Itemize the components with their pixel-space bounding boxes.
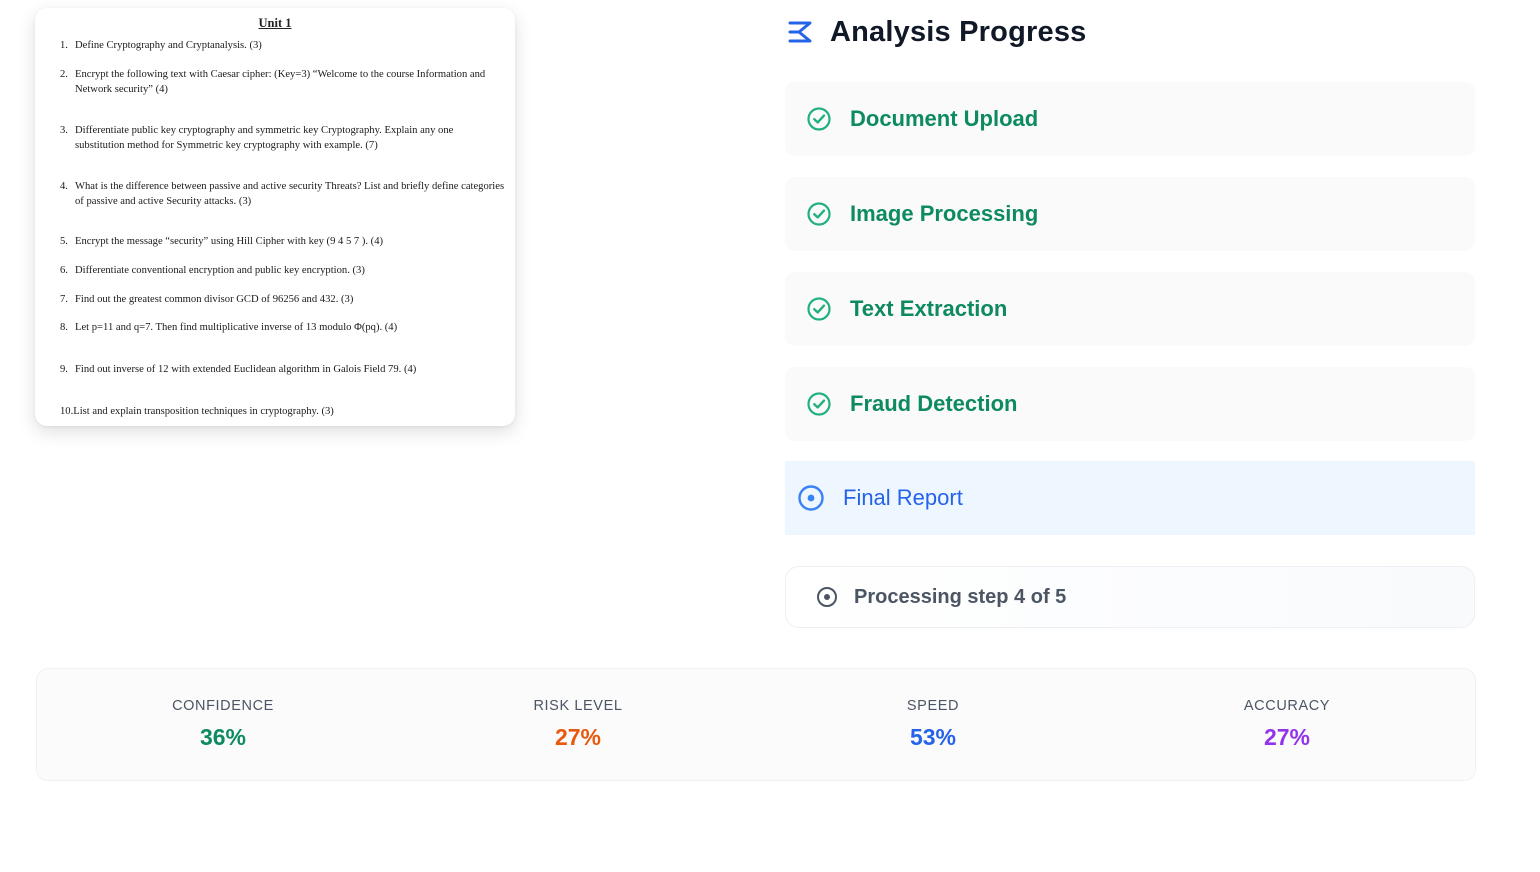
question-item: 10.List and explain transposition techni… [60,405,505,420]
question-item: 4. What is the difference between passiv… [60,180,505,209]
question-item: 9. Find out inverse of 12 with extended … [60,363,505,378]
check-circle-icon [807,107,831,131]
question-number: 9. [60,364,68,375]
question-number: 3. [60,125,68,136]
question-text: Let p=11 and q=7. Then find multiplicati… [75,322,398,333]
question-item: 3. Differentiate public key cryptography… [60,124,505,153]
question-item: 6. Differentiate conventional encryption… [60,264,505,279]
question-text: Differentiate public key cryptography an… [75,125,454,151]
step-label: Image Processing [850,201,1039,226]
step-label: Document Upload [850,106,1039,131]
metric-label: ACCURACY [1243,698,1331,714]
question-text: Find out inverse of 12 with extended Euc… [75,364,417,375]
target-circle-icon [817,587,837,607]
question-text: Define Cryptography and Cryptanalysis. (… [75,40,262,51]
metric-value: 27% [554,724,602,750]
metric-label: CONFIDENCE [172,698,274,714]
question-item: 7. Find out the greatest common divisor … [60,293,505,308]
metric-confidence: CONFIDENCE 36% [73,669,373,751]
metric-value: 27% [1263,724,1311,750]
check-circle-icon [807,392,831,416]
check-circle-icon [807,297,831,321]
progress-title: Analysis Progress [830,15,1087,48]
step-document-upload: Document Upload [785,82,1475,156]
question-text: What is the difference between passive a… [75,181,505,207]
step-image-processing: Image Processing [785,177,1475,251]
metric-speed: SPEED 53% [783,669,1083,751]
metric-value: 36% [199,724,247,750]
metric-risk-level: RISK LEVEL 27% [428,669,728,751]
question-text: List and explain transposition technique… [73,406,334,417]
question-text: Differentiate conventional encryption an… [75,265,365,276]
question-number: 1. [60,40,68,51]
question-item: 1. Define Cryptography and Cryptanalysis… [60,39,505,54]
step-fraud-detection: Fraud Detection [785,367,1475,441]
question-number: 4. [60,181,68,192]
step-text-extraction: Text Extraction [785,272,1475,346]
metrics-panel: CONFIDENCE 36% RISK LEVEL 27% SPEED 53% … [36,668,1476,781]
step-label: Final Report [843,485,963,510]
processing-status: Processing step 4 of 5 [785,566,1475,628]
metric-value: 53% [909,724,957,750]
check-circle-icon [807,202,831,226]
metric-accuracy: ACCURACY 27% [1137,669,1437,751]
sigma-icon [788,21,812,43]
metric-label: SPEED [906,698,960,714]
step-final-report: Final Report [785,461,1475,535]
target-circle-icon [798,485,824,511]
progress-header: Analysis Progress [786,12,1086,52]
question-number: 8. [60,322,68,333]
question-number: 2. [60,69,68,80]
question-number: 10. [60,406,74,417]
step-label: Fraud Detection [850,391,1018,416]
question-text: Encrypt the message “security” using Hil… [75,236,384,247]
question-item: 5. Encrypt the message “security” using … [60,235,505,250]
question-number: 7. [60,294,68,305]
question-number: 6. [60,265,68,276]
question-item: 8. Let p=11 and q=7. Then find multiplic… [60,321,505,336]
document-title: Unit 1 [258,16,292,30]
question-item: 2. Encrypt the following text with Caesa… [60,68,505,97]
status-text: Processing step 4 of 5 [854,585,1067,608]
question-text: Find out the greatest common divisor GCD… [75,294,354,305]
metric-label: RISK LEVEL [533,698,623,714]
question-number: 5. [60,236,68,247]
step-label: Text Extraction [850,296,1008,321]
document-preview: Unit 1 1. Define Cryptography and Crypta… [35,8,515,426]
question-text: Encrypt the following text with Caesar c… [75,69,486,95]
